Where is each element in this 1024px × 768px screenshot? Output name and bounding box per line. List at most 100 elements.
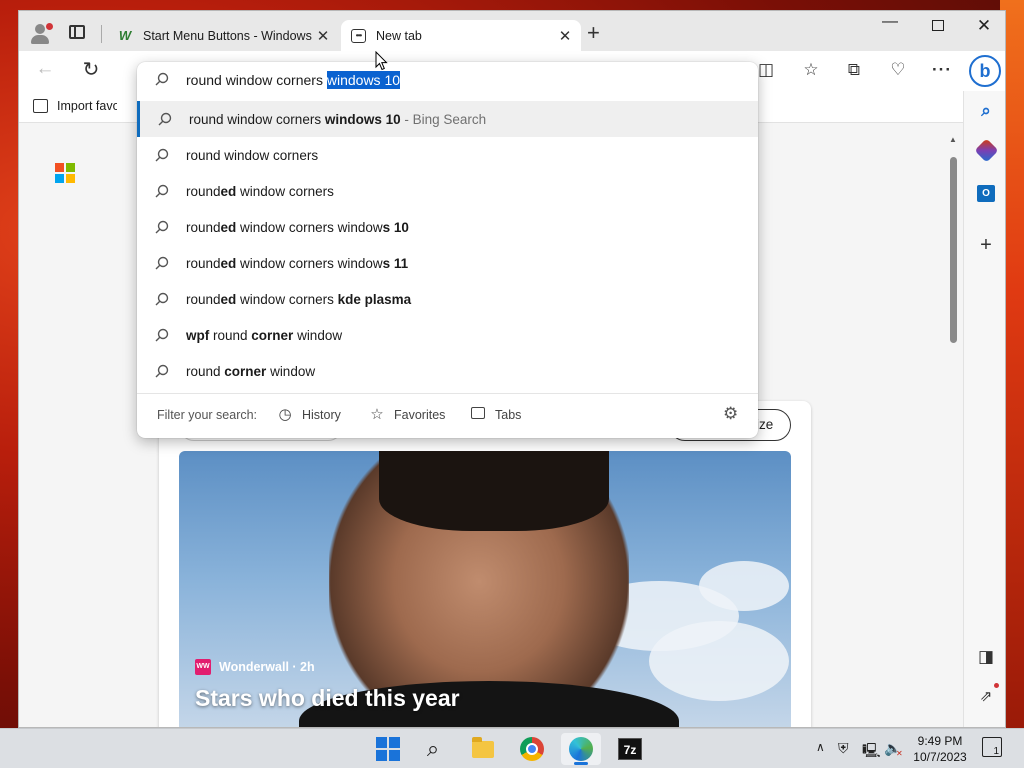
suggestion-item[interactable]: round window corners windows 10 - Bing S… [137,101,758,137]
close-icon[interactable]: ✕ [555,27,575,45]
address-input[interactable]: round window corners windows 10 [137,62,758,100]
autocomplete-selection: windows 10 [326,71,401,89]
wonderwall-icon: WW [195,659,211,675]
close-window-button[interactable]: ✕ [961,16,1005,36]
sidebar-search-icon[interactable]: ⌕ [974,99,998,123]
filter-label: Filter your search: [157,408,258,422]
new-tab-button[interactable]: + [587,22,600,44]
search-icon [155,256,169,270]
add-sidebar-app-icon[interactable]: + [974,233,998,257]
story-photo-hair [379,451,609,531]
network-icon[interactable]: 🖳 [862,740,881,764]
suggestion-segment: window corners [236,291,338,307]
suggestion-segment: corner [224,363,267,379]
maximize-button[interactable] [932,20,944,31]
minimize-button[interactable]: — [867,13,913,31]
typed-query: round window corners [186,72,327,88]
story-headline[interactable]: Stars who died this year [195,685,460,712]
notification-dot [994,683,999,688]
tabs-icon [470,407,486,423]
favorites-star-icon[interactable]: ☆ [799,60,823,80]
outlook-icon[interactable]: O [974,179,998,203]
winaero-icon: W [118,28,132,43]
suggestion-segment: window corners [236,183,334,199]
clock-time: 9:49 PM [917,734,963,748]
tab-actions-icon[interactable] [69,25,85,39]
suggestion-item[interactable]: round window corners [137,137,758,173]
search-filter-row: Filter your search: ◷ History ☆ Favorite… [137,396,758,434]
search-icon [155,328,169,342]
edge-icon[interactable] [561,733,601,765]
hero-story[interactable]: WW Wonderwall · 2h Stars who died this y… [179,451,791,727]
scroll-up-icon[interactable]: ▲ [949,135,957,144]
suggestion-segment: window [293,327,343,343]
file-explorer-icon[interactable] [463,733,503,765]
suggestion-segment: round [209,327,252,343]
suggestion-item[interactable]: wpf round corner window [137,317,758,353]
suggestion-text: rounded window corners windows 10 [186,220,409,235]
suggestion-item[interactable]: round corner window [137,353,758,389]
search-icon [155,220,169,234]
suggestion-text: round corner window [186,364,315,379]
chevron-up-icon[interactable]: ∧ [816,740,825,754]
filter-tabs-label: Tabs [495,408,522,422]
system-clock[interactable]: 9:49 PM 10/7/2023 [910,733,970,765]
office-icon[interactable] [973,138,999,163]
search-icon [158,112,172,126]
filter-favorites-button[interactable]: ☆ Favorites [369,404,445,426]
suggestion-segment: round window corners [189,111,325,127]
close-icon[interactable]: ✕ [313,27,333,45]
search-icon [155,364,169,378]
security-icon[interactable]: ⛨ [838,740,849,757]
new-tab-icon: ••• [351,28,366,43]
import-favorites-link[interactable]: Import favo [57,99,117,113]
profile-button[interactable] [29,22,53,44]
suggestion-text: rounded window corners kde plasma [186,292,411,307]
divider [137,393,758,394]
suggestion-hint: - Bing Search [400,111,487,127]
bing-chat-icon[interactable]: b [969,55,1001,87]
filter-history-label: History [302,408,341,422]
browser-essentials-icon[interactable]: ♡ [886,60,910,80]
tab-new-tab[interactable]: ••• New tab ✕ [341,20,581,51]
suggestion-text: rounded window corners windows 11 [186,256,408,271]
seven-zip-icon[interactable]: 7z [610,733,650,765]
story-source-label: Wonderwall · 2h [219,660,315,674]
collections-icon[interactable]: ⧉ [842,60,866,80]
address-bar-suggestions: round window corners windows 10 round wi… [137,62,758,438]
address-query[interactable]: round window corners windows 10 [186,71,401,89]
back-arrow-icon[interactable]: ← [33,58,57,80]
chrome-icon[interactable] [512,733,552,765]
suggestion-segment: round [186,219,221,235]
scroll-thumb[interactable] [950,157,957,343]
import-favorites-icon[interactable] [33,99,48,113]
hide-sidebar-icon[interactable]: ◨ [974,645,998,669]
suggestion-item[interactable]: rounded window corners windows 10 [137,209,758,245]
start-button[interactable] [368,733,408,765]
suggestion-item[interactable]: rounded window corners windows 11 [137,245,758,281]
filter-history-button[interactable]: ◷ History [277,404,341,426]
suggestion-item[interactable]: rounded window corners kde plasma [137,281,758,317]
tab-title: Start Menu Buttons - Windows 1 [143,28,313,43]
suggestion-segment: kde plasma [337,291,412,307]
refresh-icon[interactable]: ↻ [79,57,103,82]
taskbar-search-icon[interactable]: ⌕ [413,733,453,765]
suggestion-text: round window corners [186,148,318,163]
notification-center-icon[interactable]: 1 [982,737,1002,757]
edge-sidebar: ⌕ O + ◨ ⇗ [963,91,1005,727]
suggestion-item[interactable]: rounded window corners [137,173,758,209]
tab-start-menu-buttons[interactable]: W Start Menu Buttons - Windows 1 ✕ [107,20,339,51]
filter-tabs-button[interactable]: Tabs [470,404,521,426]
edge-browser-window: W Start Menu Buttons - Windows 1 ✕ ••• N… [18,10,1006,728]
suggestion-segment: s 11 [382,255,409,271]
page-scrollbar[interactable]: ▲ [947,131,959,727]
suggestion-segment: window corners window [236,255,383,271]
open-external-icon[interactable]: ⇗ [974,685,998,709]
windows-taskbar: ⌕ 7z ∧ ⛨ 🖳 🔈 ✕ 9:49 PM 10/7/2023 1 [0,728,1024,768]
windows-logo-icon [376,737,400,761]
suggestion-segment: round [186,255,221,271]
more-options-icon[interactable]: ··· [930,60,954,80]
mouse-pointer-icon [375,51,388,71]
gear-icon[interactable]: ⚙ [723,404,738,424]
suggestion-segment: windows 10 [324,111,401,127]
